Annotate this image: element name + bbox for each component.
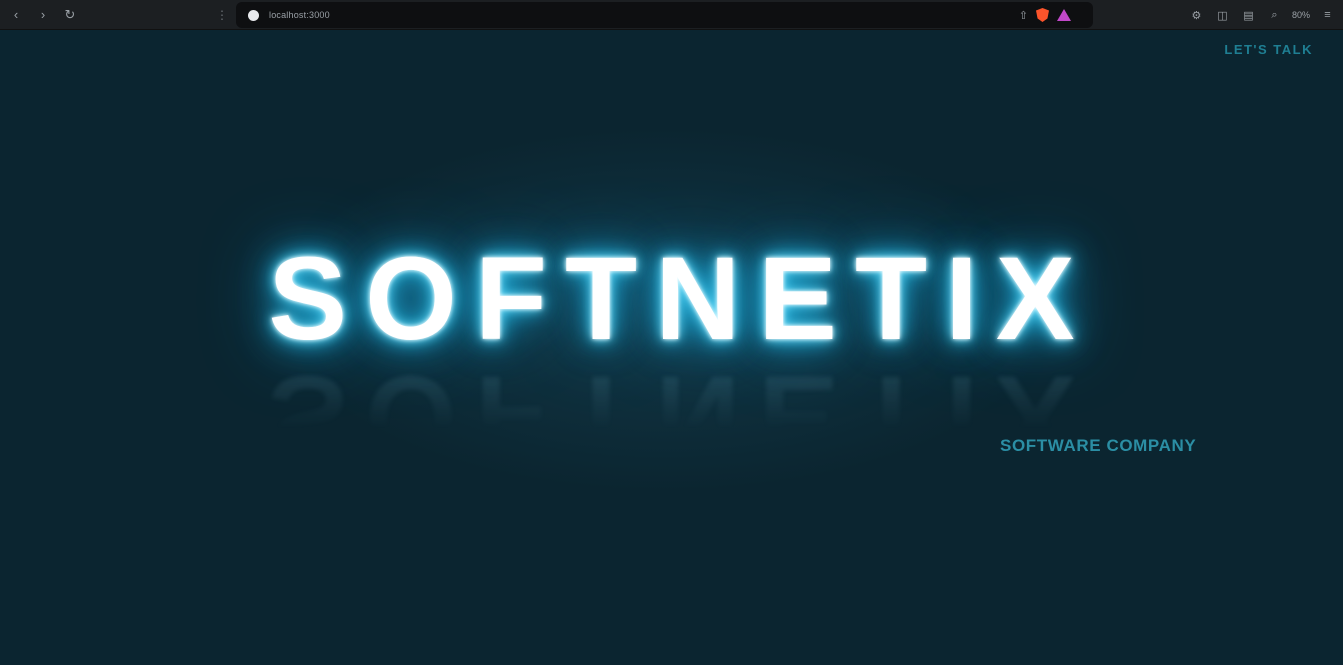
forward-icon[interactable]: › [32,4,54,26]
wallet-icon[interactable]: ▤ [1237,4,1260,26]
brand-reflection-text: SOFTNETIX [268,358,1093,438]
address-bar-actions: ⇧ [1019,8,1085,22]
brand-logo-text: SOFTNETIX [268,233,1093,365]
nav-group: ‹ › ↻ [5,4,81,26]
url-text[interactable]: localhost:3000 [269,10,330,20]
brand-reflection: SOFTNETIX [0,358,1343,438]
tagline: SOFTWARE COMPANY [1000,436,1197,455]
site-info-icon[interactable] [248,9,259,21]
brave-shields-icon[interactable] [1036,8,1049,22]
extensions-icon[interactable]: ⚙ [1185,4,1208,26]
lets-talk-link[interactable]: LET'S TALK [1224,42,1313,57]
sidebar-handle-icon[interactable]: ⋮ [216,8,228,22]
zoom-icon[interactable]: ⌕ [1263,4,1286,26]
browser-toolbar: ‹ › ↻ ⋮ localhost:3000 ⇧ ⚙ ◫ ▤ ⌕ 80% ≡ [0,0,1343,30]
menu-icon[interactable]: ≡ [1316,4,1339,26]
brave-rewards-icon[interactable] [1057,9,1071,21]
share-icon[interactable]: ⇧ [1019,9,1028,22]
address-bar[interactable]: localhost:3000 ⇧ [236,2,1093,28]
hero: SOFTNETIX [0,240,1343,358]
toolbar-right-group: ⚙ ◫ ▤ ⌕ 80% ≡ [1185,4,1339,26]
back-icon[interactable]: ‹ [5,4,27,26]
reload-icon[interactable]: ↻ [59,4,81,26]
page-viewport: LET'S TALK SOFTNETIX SOFTNETIX SOFTWARE … [0,30,1343,665]
sidebar-toggle-icon[interactable]: ◫ [1211,4,1234,26]
zoom-readout[interactable]: 80% [1289,10,1313,20]
